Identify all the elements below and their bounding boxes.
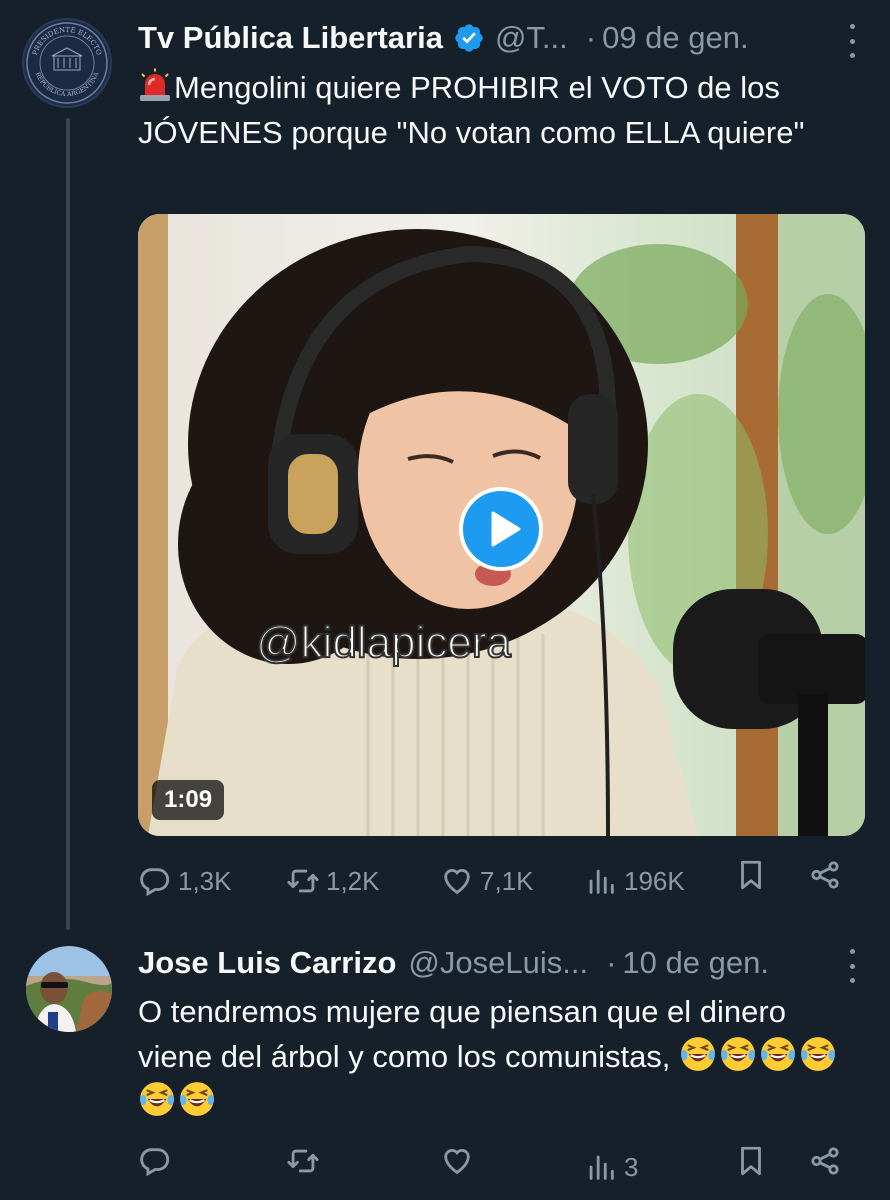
tweet-text: O tendremos mujere que piensan que el di… (138, 989, 868, 1124)
bookmark-button[interactable] (734, 858, 774, 892)
thread-connector-line (66, 118, 70, 930)
reply-button[interactable] (138, 1144, 178, 1178)
bookmark-icon (741, 860, 761, 890)
views-icon (589, 1155, 614, 1180)
share-button[interactable] (808, 1144, 848, 1178)
video-watermark: @kidlapicera (255, 617, 512, 668)
author-handle[interactable]: @T... (495, 18, 568, 58)
tweet-date[interactable]: 10 de gen. (622, 943, 769, 983)
laughing-emoji-icon (721, 1037, 755, 1071)
share-button[interactable] (808, 858, 848, 892)
like-button[interactable]: 7,1K (440, 858, 534, 904)
retweet-count: 1,2K (326, 866, 380, 896)
video-duration: 1:09 (152, 780, 225, 820)
author-name[interactable]: Jose Luis Carrizo (138, 943, 396, 983)
reply-icon (140, 1148, 170, 1177)
laughing-emoji-icon (761, 1037, 795, 1071)
tweet-header: Jose Luis Carrizo @JoseLuis... · 10 de g… (138, 943, 769, 983)
more-icon[interactable] (846, 949, 858, 983)
action-bar: 1,3K 1,2K 7,1K 196K (138, 858, 868, 904)
like-count: 7,1K (480, 866, 534, 896)
retweet-icon (287, 869, 319, 893)
views-button[interactable]: 3 (584, 1144, 638, 1190)
laughing-emoji-icon (140, 1082, 174, 1116)
share-icon (811, 861, 839, 889)
tweet-header: Tv Pública Libertaria @T... · 09 de gen. (138, 18, 749, 58)
tweet-body: Mengolini quiere PROHIBIR el VOTO de los… (138, 70, 805, 150)
views-count: 196K (624, 866, 685, 896)
views-count: 3 (624, 1152, 639, 1182)
tweet-text: Mengolini quiere PROHIBIR el VOTO de los… (138, 65, 868, 155)
bookmark-icon (741, 1146, 761, 1176)
author-handle[interactable]: @JoseLuis... (408, 943, 588, 983)
avatar[interactable] (26, 946, 112, 1032)
more-icon[interactable] (846, 24, 858, 58)
avatar[interactable]: PRESIDENTE ELECTO REPÚBLICA ARGENTINA (22, 18, 112, 108)
reply-button[interactable]: 1,3K (138, 858, 232, 904)
share-icon (811, 1147, 839, 1175)
verified-badge-icon (453, 22, 485, 54)
tweet-date[interactable]: 09 de gen. (602, 18, 749, 58)
views-icon (589, 869, 614, 894)
views-button[interactable]: 196K (584, 858, 685, 904)
author-name[interactable]: Tv Pública Libertaria (138, 18, 443, 58)
separator-dot: · (585, 20, 597, 55)
profile-photo (26, 946, 112, 1032)
separator-dot: · (606, 945, 617, 980)
seal-image: PRESIDENTE ELECTO REPÚBLICA ARGENTINA (26, 22, 108, 104)
reply-icon (140, 868, 170, 897)
retweet-icon (287, 1149, 319, 1173)
retweet-button[interactable] (286, 1144, 326, 1178)
play-icon[interactable] (459, 487, 543, 571)
like-icon (444, 1149, 470, 1175)
like-icon (444, 869, 470, 895)
siren-icon (138, 68, 172, 102)
retweet-button[interactable]: 1,2K (286, 858, 380, 904)
reply-count: 1,3K (178, 866, 232, 896)
action-bar: 3 (138, 1144, 868, 1190)
laughing-emoji-icon (180, 1082, 214, 1116)
bookmark-button[interactable] (734, 1144, 774, 1178)
like-button[interactable] (440, 1144, 480, 1178)
laughing-emoji-icon (681, 1037, 715, 1071)
laughing-emoji-icon (801, 1037, 835, 1071)
